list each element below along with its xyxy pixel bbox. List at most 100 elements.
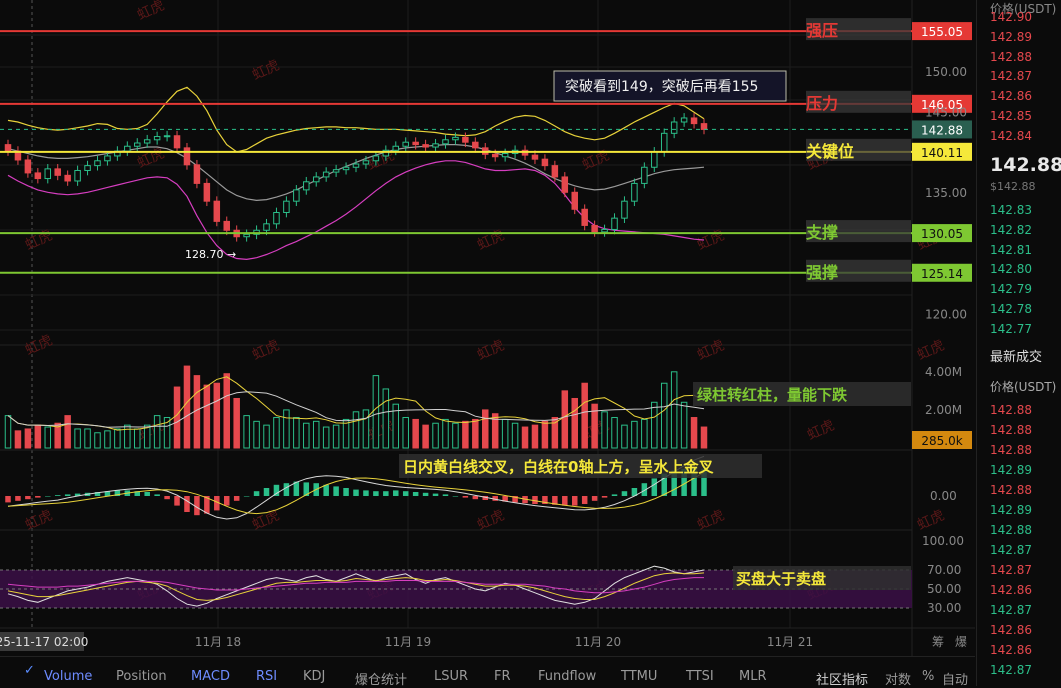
candle-body	[84, 165, 91, 171]
ask-price[interactable]: 142.90	[990, 10, 1032, 24]
volume-bar	[531, 424, 539, 449]
bid-price[interactable]: 142.78	[990, 302, 1032, 316]
trade-price[interactable]: 142.89	[990, 503, 1032, 517]
indicator-tab[interactable]: MACD	[191, 669, 230, 684]
toolbar-right-item[interactable]: 对数	[885, 669, 911, 688]
volume-bar	[203, 384, 211, 449]
toolbar-right-item[interactable]: 社区指标	[816, 669, 868, 688]
bid-price[interactable]: 142.83	[990, 203, 1032, 217]
price-tick: 150.00	[925, 65, 967, 79]
indicator-tab[interactable]: Position	[116, 669, 167, 684]
indicator-tab[interactable]: 爆仓统计	[355, 669, 407, 688]
time-tick: 11月 20	[575, 635, 621, 649]
trade-price[interactable]: 142.88	[990, 423, 1032, 437]
trade-price[interactable]: 142.87	[990, 663, 1032, 677]
trade-price[interactable]: 142.88	[990, 403, 1032, 417]
candle-body	[660, 132, 668, 153]
ask-price[interactable]: 142.89	[990, 30, 1032, 44]
macd-bar	[333, 486, 339, 496]
trade-price[interactable]: 142.88	[990, 443, 1032, 457]
trade-price[interactable]: 142.88	[990, 483, 1032, 497]
candle-body	[442, 139, 449, 145]
trade-price[interactable]: 142.86	[990, 623, 1032, 637]
candle-body	[153, 136, 161, 141]
indicator-tab[interactable]: KDJ	[303, 669, 325, 684]
volume-bar	[114, 428, 121, 449]
candle-body	[4, 144, 12, 152]
macd-bar	[253, 491, 260, 496]
volume-bar	[581, 382, 588, 449]
macd-note: 日内黄白线交叉，白线在0轴上方，呈水上金叉	[403, 458, 714, 476]
volume-bar	[352, 411, 360, 449]
candle-body	[422, 144, 429, 148]
volume-checkbox-icon[interactable]: ✓	[24, 663, 35, 678]
volume-bar	[601, 411, 608, 449]
trade-price[interactable]: 142.88	[990, 523, 1032, 537]
candle-body	[342, 166, 350, 171]
volume-last-badge-text: 285.0k	[921, 434, 962, 448]
bid-price[interactable]: 142.81	[990, 243, 1032, 257]
trade-price[interactable]: 142.86	[990, 583, 1032, 597]
macd-bar	[64, 494, 71, 496]
indicator-tab[interactable]: FR	[494, 669, 511, 684]
macd-bar	[144, 492, 150, 496]
toolbar-right-item[interactable]: 自动	[942, 669, 968, 688]
ask-price[interactable]: 142.87	[990, 69, 1032, 83]
macd-bar	[412, 492, 419, 496]
candle-body	[134, 142, 141, 147]
macd-bar	[35, 496, 41, 498]
volume-bar	[412, 418, 419, 449]
candle-body	[24, 159, 32, 174]
volume-bar	[153, 415, 161, 449]
volume-bar	[283, 409, 290, 449]
volume-bar	[690, 417, 698, 449]
macd-bar	[184, 496, 190, 512]
toolbar-right-item[interactable]: %	[922, 669, 934, 684]
orderbook-last-price-usd: $142.88	[990, 180, 1036, 193]
volume-bar	[124, 424, 131, 449]
candle-body	[273, 211, 280, 225]
indicator-tab[interactable]: Volume	[44, 669, 92, 684]
candle-body	[611, 217, 618, 230]
macd-bar	[611, 494, 618, 496]
volume-bar	[472, 418, 479, 449]
indicator-tab[interactable]: TTSI	[686, 669, 714, 684]
bid-price[interactable]: 142.77	[990, 322, 1032, 336]
candle-body	[312, 176, 320, 183]
low-marker: 128.70 →	[185, 248, 236, 261]
trade-price[interactable]: 142.87	[990, 563, 1032, 577]
indicator-tab[interactable]: MLR	[739, 669, 767, 684]
ask-price[interactable]: 142.88	[990, 50, 1032, 64]
ask-price[interactable]: 142.84	[990, 129, 1032, 143]
candle-body	[203, 182, 211, 202]
candle-body	[551, 165, 559, 178]
indicator-tab[interactable]: LSUR	[434, 669, 468, 684]
candle-body	[193, 164, 201, 184]
volume-bar	[382, 388, 390, 449]
trade-price[interactable]: 142.86	[990, 643, 1032, 657]
last-price-badge-text: 142.88	[921, 123, 963, 137]
volume-bar	[4, 415, 12, 449]
macd-bar	[263, 488, 270, 496]
bid-price[interactable]: 142.79	[990, 282, 1032, 296]
trade-price[interactable]: 142.87	[990, 543, 1032, 557]
bid-price[interactable]: 142.80	[990, 262, 1032, 276]
macd-bar	[422, 492, 429, 496]
indicator-tab[interactable]: Fundflow	[538, 669, 596, 684]
ask-price[interactable]: 142.85	[990, 109, 1032, 123]
candle-body	[322, 171, 330, 178]
trade-price[interactable]: 142.89	[990, 463, 1032, 477]
bid-price[interactable]: 142.82	[990, 223, 1032, 237]
price-chart[interactable]: 虹虎虹虎虹虎虹虎虹虎虹虎虹虎虹虎虹虎虹虎虹虎虹虎虹虎 虹虎虹虎虹虎虹虎 虹虎 虹虎 虹虎…	[0, 0, 1061, 686]
candle-body	[531, 154, 539, 160]
indicator-tab[interactable]: RSI	[256, 669, 277, 684]
trade-price[interactable]: 142.87	[990, 603, 1032, 617]
volume-bar	[253, 420, 260, 449]
indicator-tab[interactable]: TTMU	[621, 669, 657, 684]
orderbook-last-price: 142.88	[990, 154, 1061, 176]
macd-bar	[651, 478, 658, 496]
rsi-tick: 100.00	[922, 534, 964, 548]
volume-bar	[511, 422, 519, 449]
ask-price[interactable]: 142.86	[990, 89, 1032, 103]
macd-bar	[402, 491, 409, 496]
